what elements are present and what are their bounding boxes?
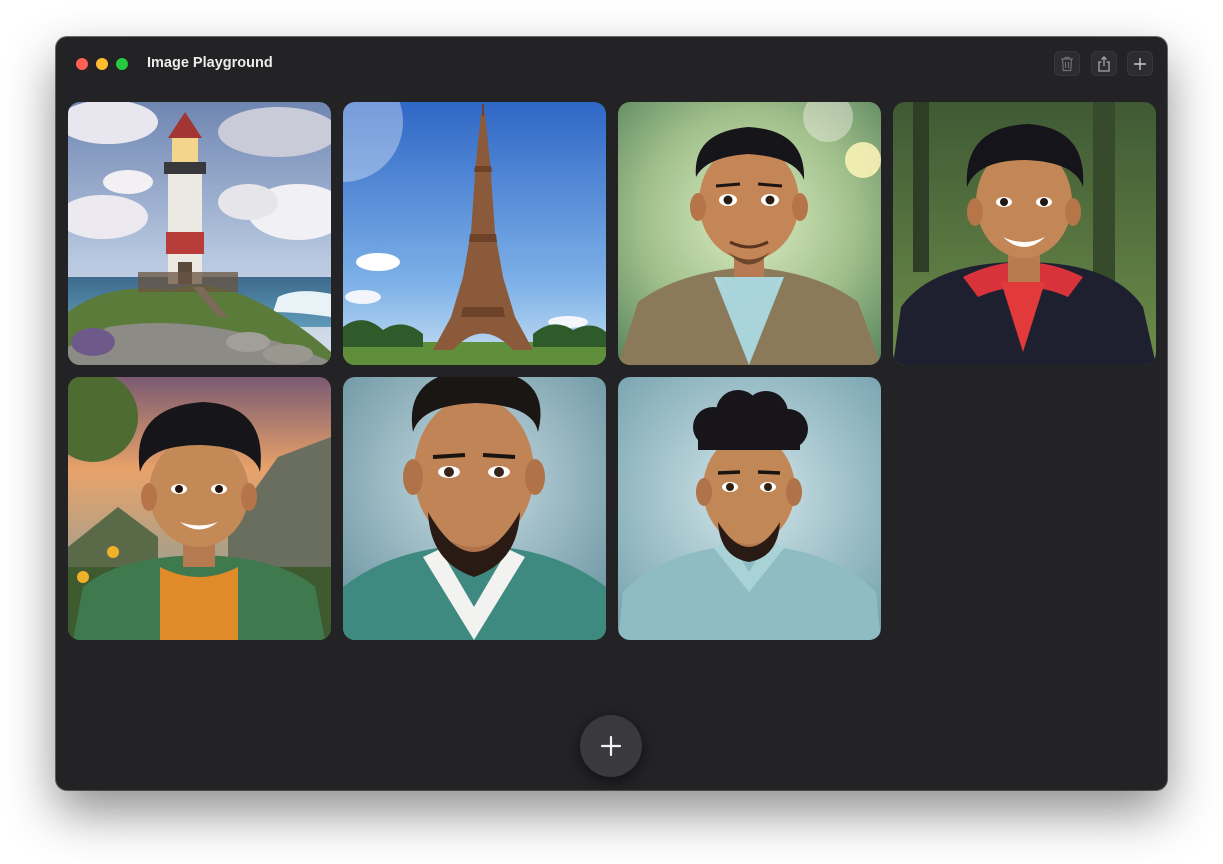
window-title: Image Playground — [147, 55, 273, 71]
delete-button[interactable] — [1054, 51, 1080, 76]
portrait-teal-jacket-image — [343, 377, 606, 640]
gallery-image-portrait-teal-jacket[interactable] — [343, 377, 606, 640]
trash-icon — [1061, 56, 1073, 71]
gallery-image-portrait-green-jacket[interactable] — [68, 377, 331, 640]
gallery-image-portrait-hoodie[interactable] — [893, 102, 1156, 365]
share-button[interactable] — [1091, 51, 1117, 76]
close-window-button[interactable] — [76, 58, 88, 70]
minimize-window-button[interactable] — [96, 58, 108, 70]
lighthouse-image — [68, 102, 331, 365]
gallery-image-portrait-teal-shirt[interactable] — [618, 377, 881, 640]
portrait-green-jacket-image — [68, 377, 331, 640]
plus-icon — [601, 736, 621, 756]
app-window: Image Playground — [56, 37, 1167, 790]
new-image-button[interactable] — [580, 715, 642, 777]
add-button[interactable] — [1127, 51, 1153, 76]
gallery-image-lighthouse[interactable] — [68, 102, 331, 365]
eiffel-tower-image — [343, 102, 606, 365]
plus-icon — [1134, 57, 1146, 70]
portrait-blazer-image — [618, 102, 881, 365]
portrait-teal-shirt-image — [618, 377, 881, 640]
share-icon — [1098, 55, 1110, 72]
gallery-image-eiffel-tower[interactable] — [343, 102, 606, 365]
gallery-image-portrait-blazer[interactable] — [618, 102, 881, 365]
portrait-hoodie-image — [893, 102, 1156, 365]
maximize-window-button[interactable] — [116, 58, 128, 70]
